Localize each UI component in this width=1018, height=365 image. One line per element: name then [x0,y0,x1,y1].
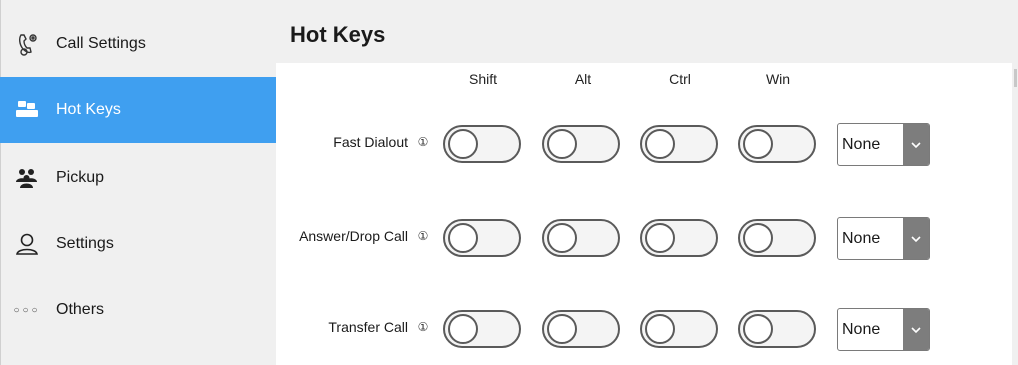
sidebar-item-others[interactable]: ○○○ Others [0,277,276,343]
ctrl-toggle[interactable] [640,310,718,348]
main-content: Hot Keys Shift Alt Ctrl Win Fast Dialout… [276,0,1018,365]
key-select-value: None [842,230,881,247]
chevron-down-icon[interactable] [903,124,929,165]
chevron-down-icon[interactable] [903,309,929,350]
toggle-knob [448,314,478,344]
sidebar-item-label: Pickup [56,169,105,186]
info-icon[interactable]: ① [416,135,430,149]
win-toggle[interactable] [738,310,816,348]
sidebar-item-settings[interactable]: Settings [0,211,276,277]
shift-toggle[interactable] [443,125,521,163]
hot-keys-icon [14,97,40,123]
ctrl-toggle[interactable] [640,219,718,257]
sidebar-item-hot-keys[interactable]: Hot Keys [0,77,276,143]
column-header-ctrl: Ctrl [669,71,691,87]
row-label: Fast Dialout [333,134,408,150]
page-title: Hot Keys [290,22,386,47]
more-dots-icon: ○○○ [13,304,41,316]
win-toggle[interactable] [738,219,816,257]
hotkey-row-fast-dialout: Fast Dialout ① None [276,122,1012,166]
toggle-knob [645,129,675,159]
alt-toggle[interactable] [542,219,620,257]
key-select[interactable]: None [837,217,930,260]
toggle-knob [448,129,478,159]
key-select-value: None [842,136,881,153]
alt-toggle[interactable] [542,125,620,163]
sidebar-item-label: Hot Keys [56,101,121,118]
hotkey-row-answer-drop-call: Answer/Drop Call ① None [276,216,1012,260]
sidebar-item-label: Call Settings [56,35,146,52]
user-settings-icon [14,231,40,257]
toggle-knob [547,223,577,253]
info-icon[interactable]: ① [416,320,430,334]
sidebar-item-call-settings[interactable]: Call Settings [0,11,276,77]
sidebar-item-pickup[interactable]: Pickup [0,145,276,211]
toggle-knob [448,223,478,253]
toggle-knob [743,223,773,253]
key-select[interactable]: None [837,123,930,166]
hotkeys-panel: Shift Alt Ctrl Win Fast Dialout ① None A… [276,63,1012,365]
column-header-shift: Shift [468,71,497,87]
toggle-knob [547,129,577,159]
toggle-knob [743,129,773,159]
info-icon[interactable]: ① [416,229,430,243]
chevron-down-icon[interactable] [903,218,929,259]
call-settings-icon [14,31,40,57]
pickup-group-icon [14,165,40,191]
toggle-knob [645,223,675,253]
scrollbar-thumb[interactable] [1014,69,1017,87]
toggle-knob [645,314,675,344]
key-select-value: None [842,321,881,338]
column-header-alt: Alt [574,71,592,87]
sidebar: Call Settings Hot Keys Pickup Settings ○… [0,0,276,365]
hotkey-row-transfer-call: Transfer Call ① None [276,307,1012,351]
toggle-knob [547,314,577,344]
column-header-win: Win [765,71,791,87]
shift-toggle[interactable] [443,310,521,348]
toggle-knob [743,314,773,344]
row-label: Transfer Call [328,319,408,335]
vertical-scrollbar[interactable] [1012,63,1018,365]
ctrl-toggle[interactable] [640,125,718,163]
win-toggle[interactable] [738,125,816,163]
shift-toggle[interactable] [443,219,521,257]
key-select[interactable]: None [837,308,930,351]
sidebar-item-label: Others [56,301,105,318]
row-label: Answer/Drop Call [299,228,408,244]
sidebar-item-label: Settings [56,235,114,252]
alt-toggle[interactable] [542,310,620,348]
